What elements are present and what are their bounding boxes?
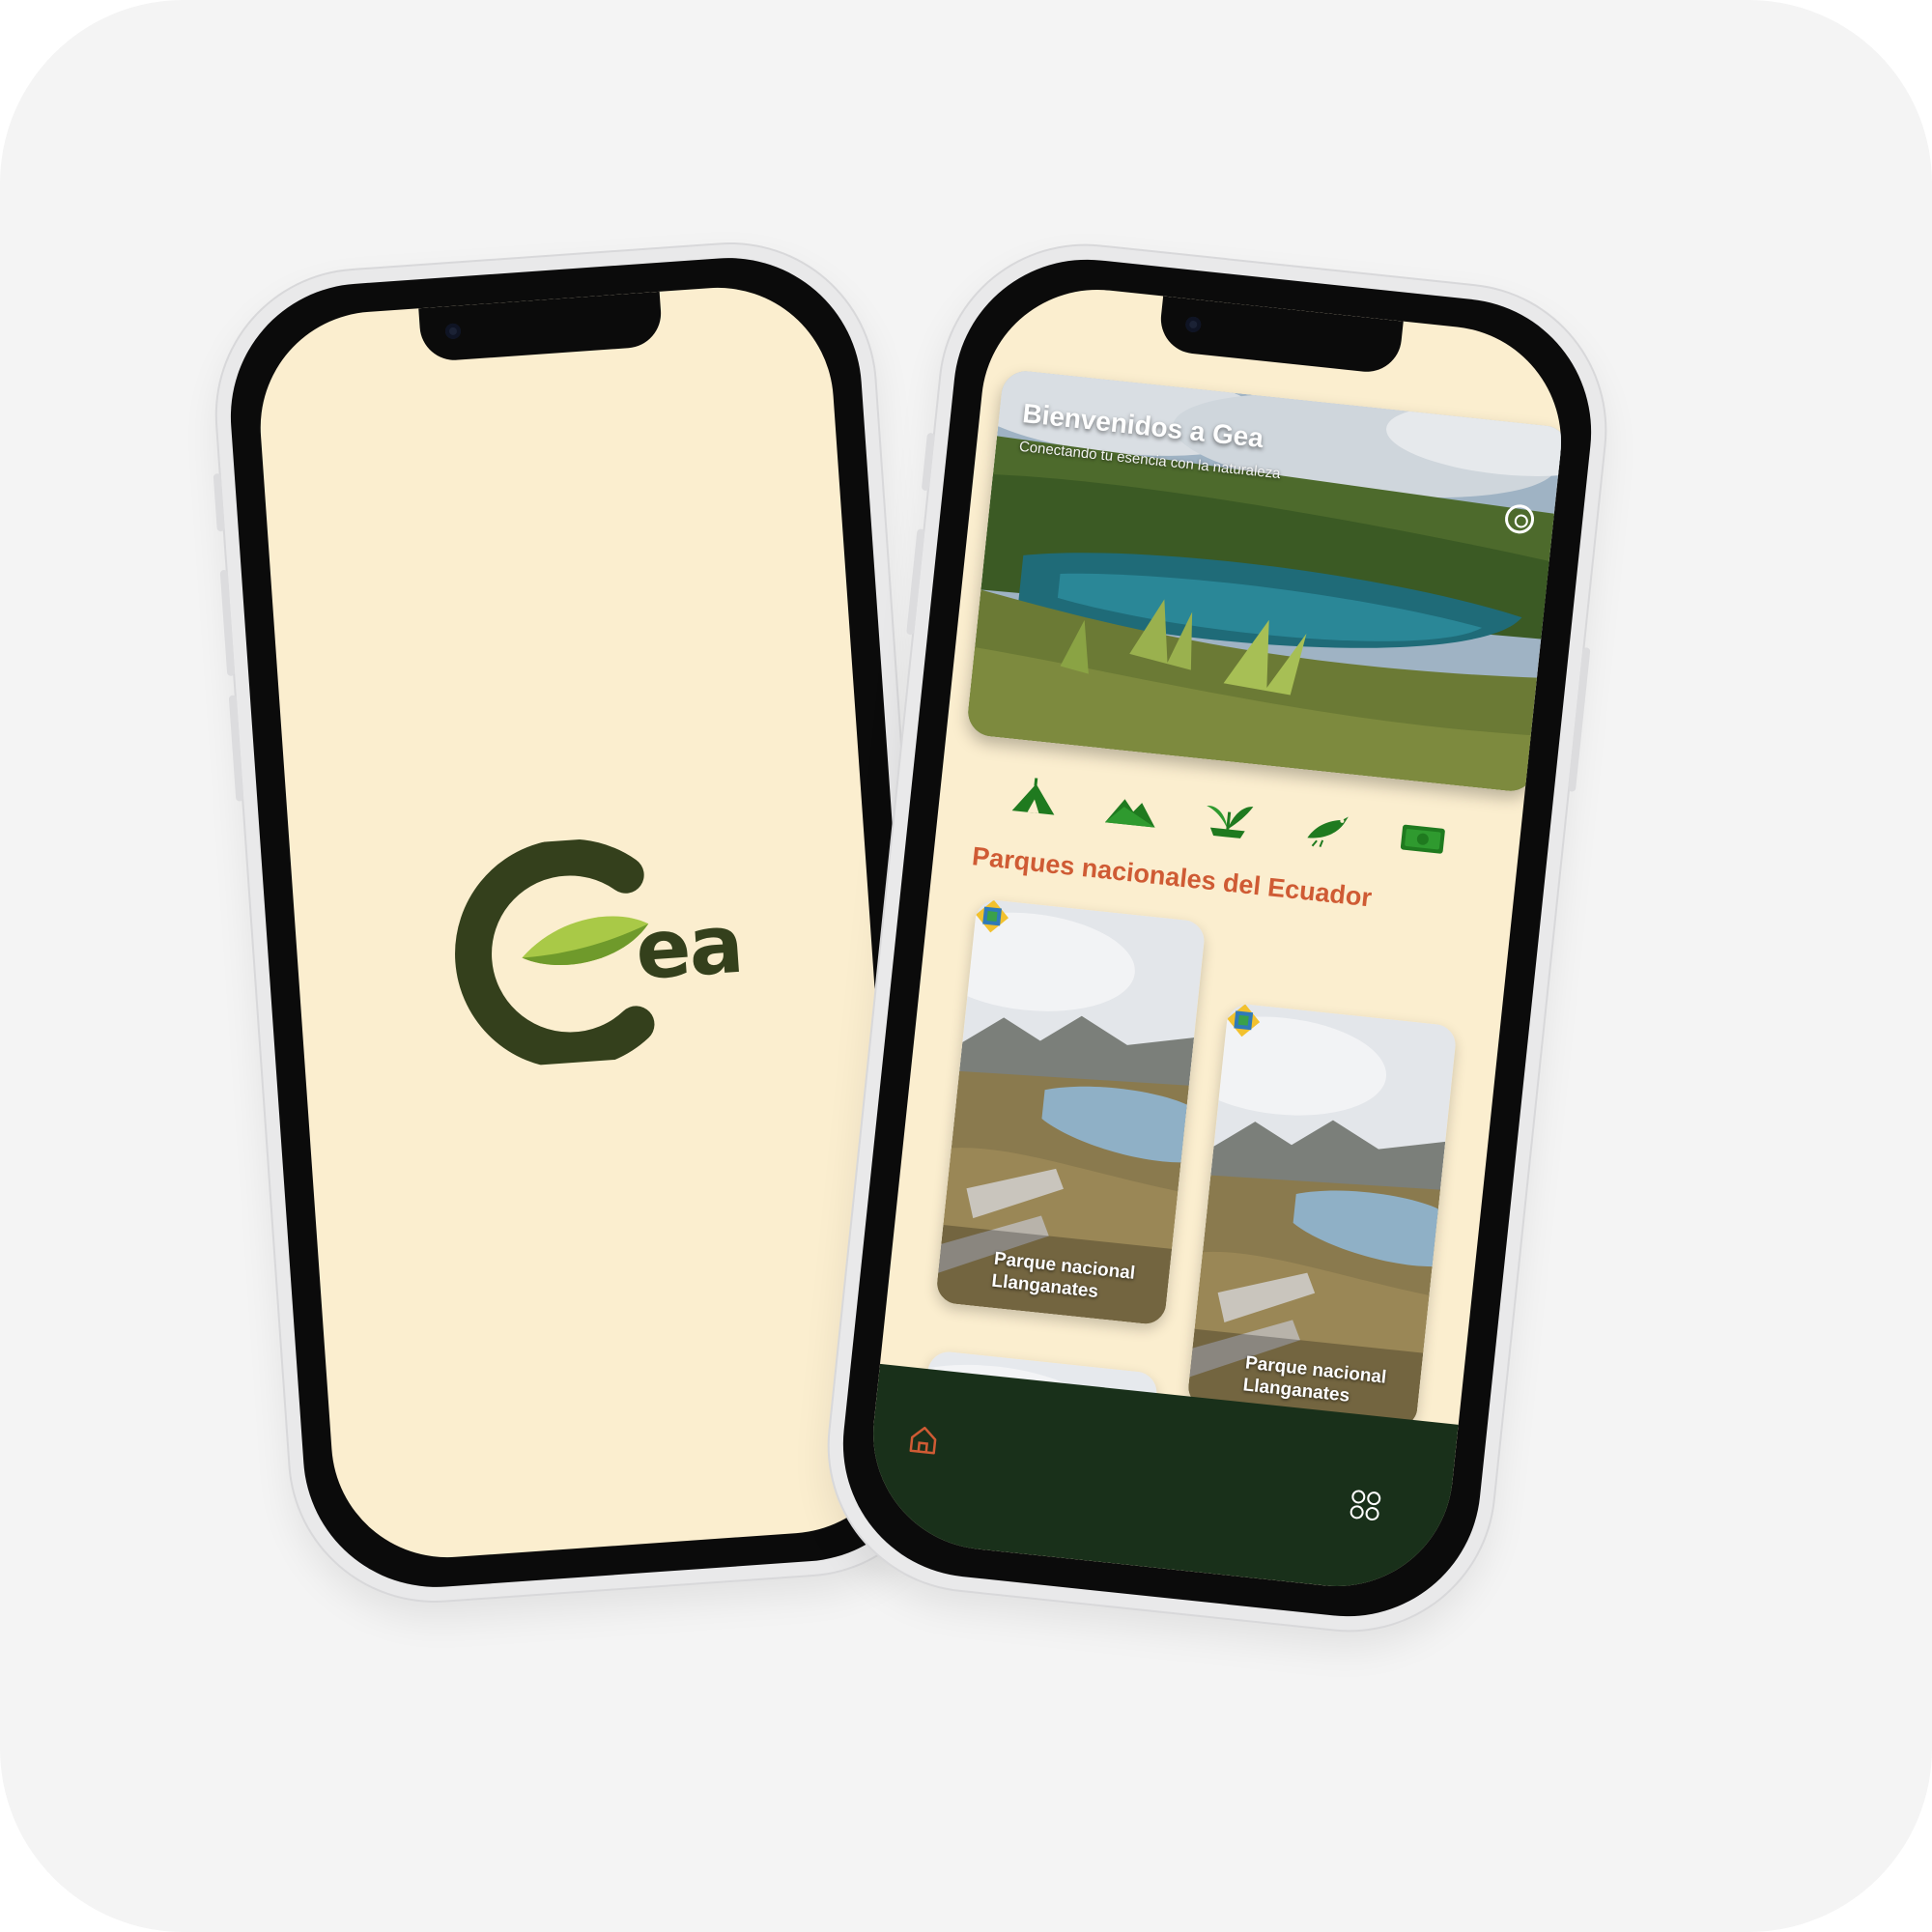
- home-icon[interactable]: [905, 1421, 941, 1457]
- plants-icon[interactable]: [1200, 794, 1258, 842]
- park-card[interactable]: Parque nacional Llanganates: [1186, 1002, 1458, 1431]
- phone-home: Bienvenidos a Gea Conectando tu esencia …: [814, 231, 1620, 1645]
- grid-menu-icon[interactable]: [1348, 1488, 1383, 1523]
- hero-banner[interactable]: Bienvenidos a Gea Conectando tu esencia …: [965, 368, 1572, 794]
- splash-screen: ea: [252, 279, 913, 1566]
- front-camera: [444, 323, 462, 340]
- home-screen: Bienvenidos a Gea Conectando tu esencia …: [862, 278, 1573, 1598]
- phone-bezel: Bienvenidos a Gea Conectando tu esencia …: [830, 246, 1605, 1630]
- phone-notch: [1157, 296, 1404, 376]
- park-badge-icon: [1227, 1004, 1261, 1037]
- camping-tent-icon[interactable]: [1006, 774, 1064, 822]
- park-card[interactable]: Parque nacional Llanganates: [935, 897, 1207, 1326]
- mountains-icon[interactable]: [1102, 783, 1160, 832]
- phone-notch: [418, 291, 664, 363]
- park-badge-icon: [976, 899, 1009, 933]
- money-icon[interactable]: [1394, 814, 1452, 863]
- logo-text: ea: [632, 895, 745, 999]
- gea-logo: ea: [444, 825, 807, 1071]
- gea-logo-mark: [455, 838, 655, 1069]
- bird-icon[interactable]: [1296, 804, 1354, 852]
- front-camera: [1184, 316, 1203, 333]
